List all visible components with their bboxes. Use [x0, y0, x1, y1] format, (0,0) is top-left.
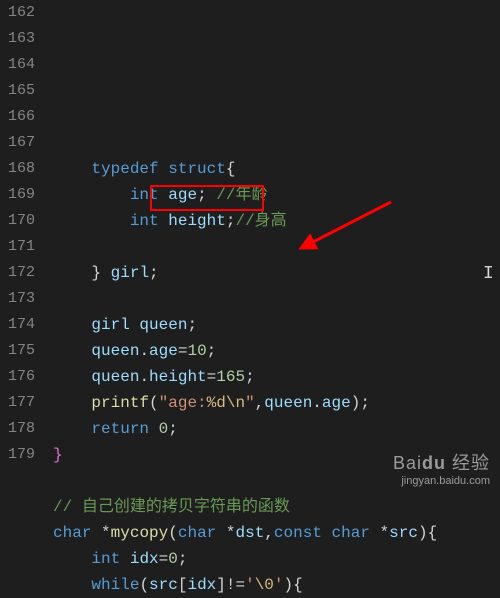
line-number: 177: [8, 390, 35, 416]
line-number: 178: [8, 416, 35, 442]
line-number: 171: [8, 234, 35, 260]
code-line[interactable]: while(src[idx]!='\0'){: [53, 572, 500, 598]
line-number-gutter: 1621631641651661671681691701711721731741…: [0, 0, 53, 500]
code-line[interactable]: int age; //年龄: [53, 182, 500, 208]
code-line[interactable]: [53, 286, 500, 312]
line-number: 162: [8, 0, 35, 26]
line-number: 176: [8, 364, 35, 390]
code-line[interactable]: [53, 130, 500, 156]
line-number: 167: [8, 130, 35, 156]
code-line[interactable]: // 自己创建的拷贝字符串的函数: [53, 494, 500, 520]
text-cursor-icon: I: [483, 261, 494, 287]
code-line[interactable]: [53, 234, 500, 260]
line-number: 169: [8, 182, 35, 208]
line-number: 175: [8, 338, 35, 364]
code-line[interactable]: typedef struct{: [53, 156, 500, 182]
code-line[interactable]: int idx=0;: [53, 546, 500, 572]
code-line[interactable]: printf("age:%d\n",queen.age);: [53, 390, 500, 416]
line-number: 168: [8, 156, 35, 182]
line-number: 179: [8, 442, 35, 468]
code-line[interactable]: girl queen;: [53, 312, 500, 338]
line-number: 165: [8, 78, 35, 104]
line-number: 174: [8, 312, 35, 338]
code-editor[interactable]: 1621631641651661671681691701711721731741…: [0, 0, 500, 500]
code-line[interactable]: queen.height=165;: [53, 364, 500, 390]
line-number: 173: [8, 286, 35, 312]
watermark: Baidu 经验 jingyan.baidu.com: [393, 453, 490, 488]
code-line[interactable]: char *mycopy(char *dst,const char *src){: [53, 520, 500, 546]
line-number: 164: [8, 52, 35, 78]
code-line[interactable]: } girl;: [53, 260, 500, 286]
code-area[interactable]: I typedef struct{ int age; //年龄 int heig…: [53, 0, 500, 500]
line-number: 172: [8, 260, 35, 286]
code-line[interactable]: int height;//身高: [53, 208, 500, 234]
code-line[interactable]: return 0;: [53, 416, 500, 442]
line-number: 166: [8, 104, 35, 130]
line-number: 170: [8, 208, 35, 234]
line-number: 163: [8, 26, 35, 52]
code-line[interactable]: queen.age=10;: [53, 338, 500, 364]
